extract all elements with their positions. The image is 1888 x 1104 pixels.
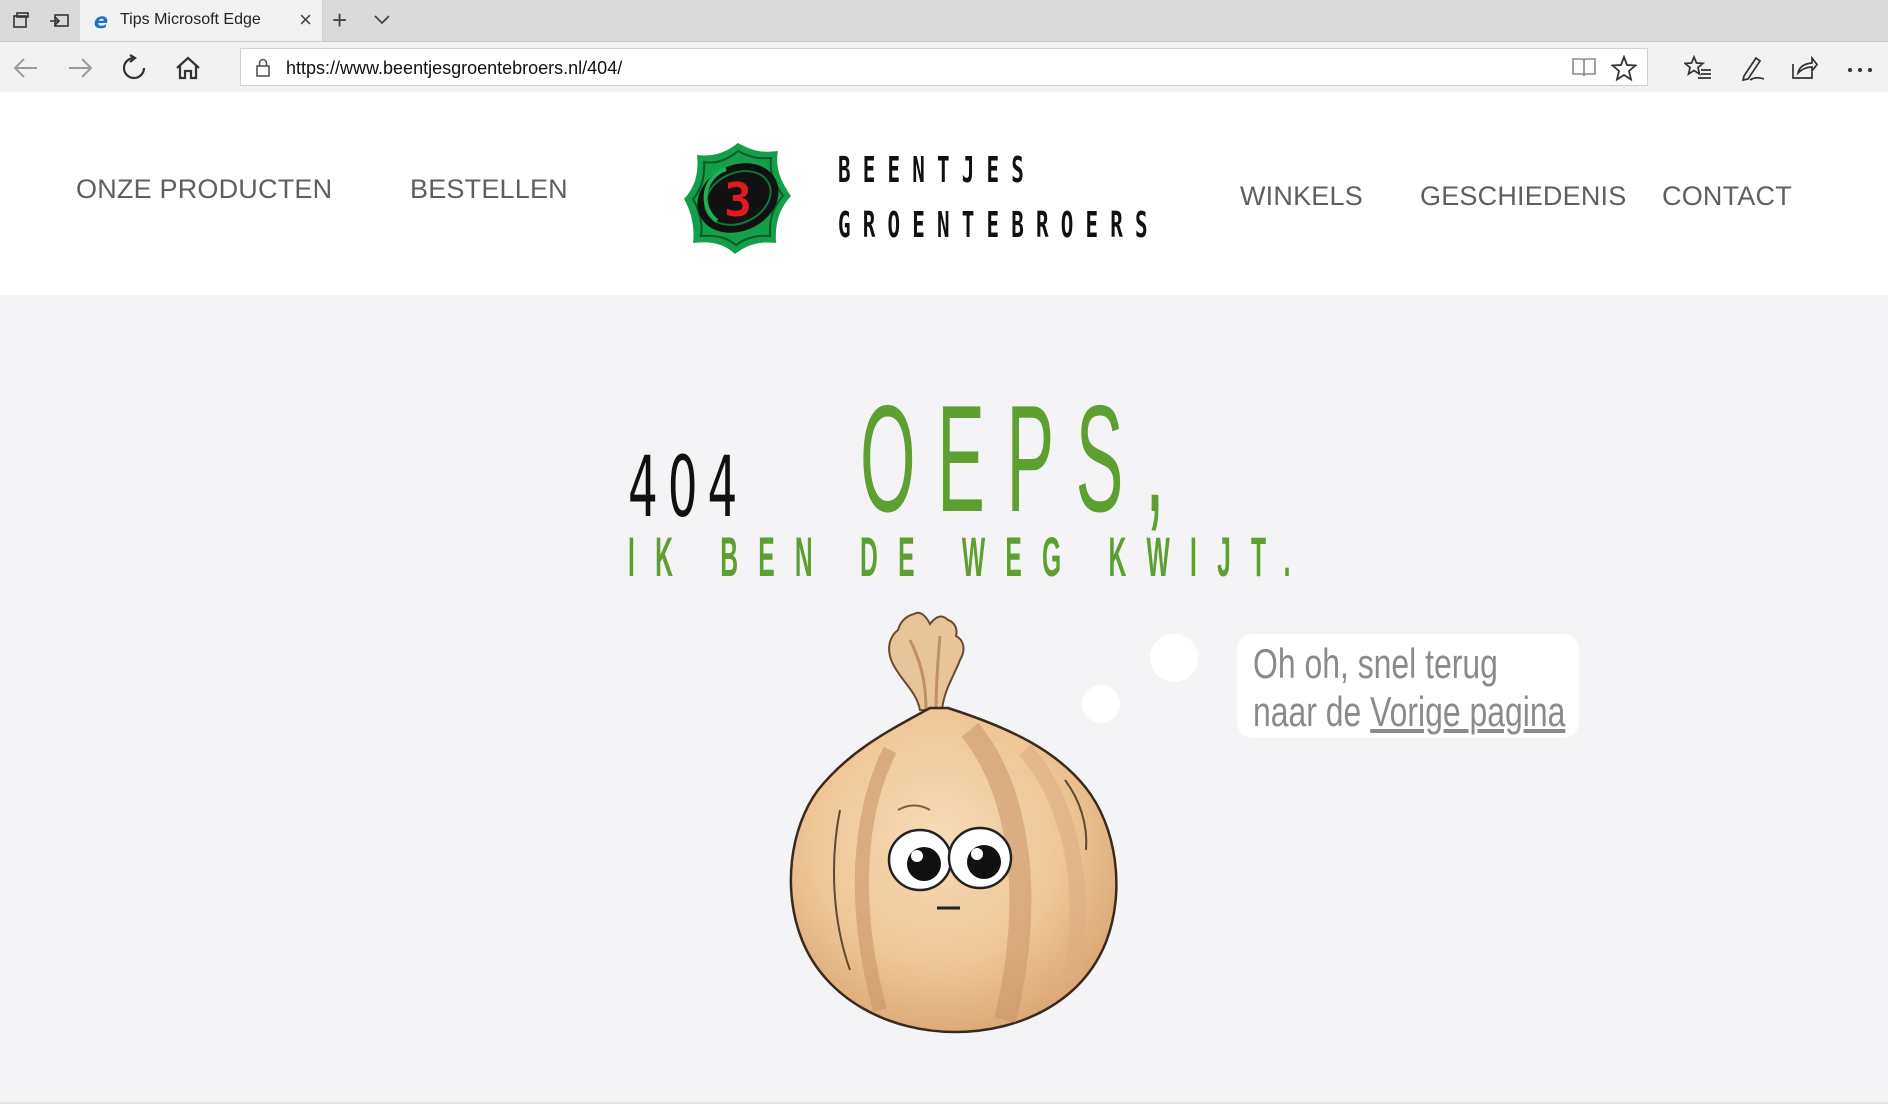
bubble-text-line-2: naar de Vorige pagina [1253, 688, 1565, 736]
brand-name-line-1: BEENTJES [838, 150, 1037, 191]
tab-close-icon[interactable]: × [299, 7, 312, 33]
thought-dot-large [1150, 634, 1198, 682]
error-code: 404 [628, 438, 748, 536]
reading-view-icon[interactable] [1571, 55, 1597, 84]
brand-name-line-2: GROENTEBROERS [838, 205, 1160, 246]
edge-favicon-icon: e [93, 9, 109, 33]
share-icon[interactable] [1788, 52, 1820, 84]
browser-toolbar: https://www.beentjesgroentebroers.nl/404… [0, 42, 1888, 93]
address-bar[interactable]: https://www.beentjesgroentebroers.nl/404… [240, 48, 1648, 86]
bubble-text-prefix: naar de [1253, 688, 1371, 735]
logo-glyph: 3 [724, 173, 752, 227]
nav-winkels[interactable]: WINKELS [1240, 181, 1363, 212]
more-options-icon[interactable] [1844, 52, 1876, 84]
favorite-star-icon[interactable] [1610, 54, 1638, 86]
nav-geschiedenis[interactable]: GESCHIEDENIS [1420, 181, 1626, 212]
thought-bubble: Oh oh, snel terug naar de Vorige pagina [1237, 634, 1579, 738]
nav-contact[interactable]: CONTACT [1662, 181, 1792, 212]
browser-tab[interactable]: e Tips Microsoft Edge × [80, 0, 323, 41]
thought-dot-small [1082, 685, 1120, 723]
tab-actions-icon[interactable] [8, 8, 34, 34]
browser-tab-bar: e Tips Microsoft Edge × + [0, 0, 1888, 42]
refresh-icon[interactable] [118, 52, 150, 84]
new-tab-icon[interactable]: + [332, 6, 347, 34]
web-note-pen-icon[interactable] [1736, 52, 1768, 84]
onion-mascot-illustration [770, 600, 1140, 1040]
error-heading: OEPS, [860, 374, 1187, 544]
set-aside-tabs-icon[interactable] [46, 8, 72, 34]
url-text[interactable]: https://www.beentjesgroentebroers.nl/404… [286, 58, 622, 79]
back-arrow-icon[interactable] [10, 52, 42, 84]
nav-onze-producten[interactable]: ONZE PRODUCTEN [76, 174, 332, 205]
favorites-hub-icon[interactable] [1682, 52, 1714, 84]
error-subtitle: IK BEN DE WEG KWIJT. [628, 525, 1311, 588]
tab-preview-chevron-icon[interactable] [373, 6, 391, 34]
site-header: ONZE PRODUCTEN BESTELLEN 3 BEENTJES GROE… [0, 92, 1888, 295]
forward-arrow-icon[interactable] [64, 52, 96, 84]
tab-title: Tips Microsoft Edge [120, 11, 261, 28]
brand-logo[interactable]: 3 [683, 141, 793, 256]
home-icon[interactable] [172, 52, 204, 84]
bubble-text-line-1: Oh oh, snel terug [1253, 640, 1498, 687]
lock-icon [253, 57, 273, 77]
nav-bestellen[interactable]: BESTELLEN [410, 174, 568, 205]
previous-page-link[interactable]: Vorige pagina [1370, 688, 1565, 735]
